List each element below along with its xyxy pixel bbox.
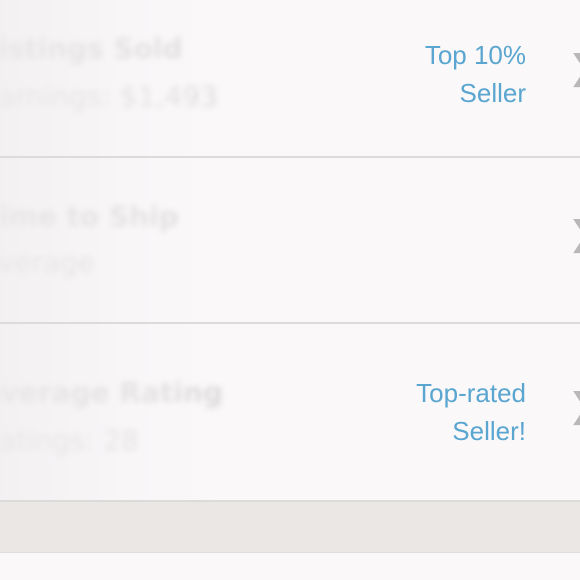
stat-row-time-to-ship[interactable]: Time to Ship Average ❯ — [0, 158, 580, 324]
badge-line-1: Top 10% — [424, 40, 526, 70]
chevron-right-icon[interactable]: ❯ — [568, 386, 580, 426]
stat-title: Time to Ship — [0, 200, 179, 233]
blurred-stat-text: Listings Sold Earnings: $1,493 — [0, 0, 280, 156]
bottom-area — [0, 553, 580, 580]
blur-overlay — [0, 158, 290, 322]
stat-subtitle: Ratings: 28 — [0, 424, 139, 457]
seller-badge: Top 10% Seller — [425, 36, 526, 112]
stat-title: Listings Sold — [0, 32, 183, 65]
stat-subtitle: Average — [0, 246, 95, 279]
chevron-right-icon[interactable]: ❯ — [568, 48, 580, 88]
stat-subtitle: Earnings: $1,493 — [0, 80, 218, 113]
badge-line-2: Seller — [459, 78, 526, 108]
seller-badge: Top-rated Seller! — [416, 374, 526, 450]
stat-row-listings-sold[interactable]: Listings Sold Earnings: $1,493 Top 10% S… — [0, 0, 580, 158]
blur-overlay — [0, 0, 290, 156]
blurred-stat-text: Average Rating Ratings: 28 — [0, 324, 280, 500]
stat-title: Average Rating — [0, 376, 223, 409]
chevron-right-icon[interactable]: ❯ — [568, 214, 580, 254]
stat-row-average-rating[interactable]: Average Rating Ratings: 28 Top-rated Sel… — [0, 324, 580, 502]
section-footer-band — [0, 502, 580, 553]
badge-line-1: Top-rated — [416, 378, 526, 408]
blurred-stat-text: Time to Ship Average — [0, 158, 280, 322]
blur-overlay — [0, 324, 290, 500]
badge-line-2: Seller! — [452, 416, 526, 446]
